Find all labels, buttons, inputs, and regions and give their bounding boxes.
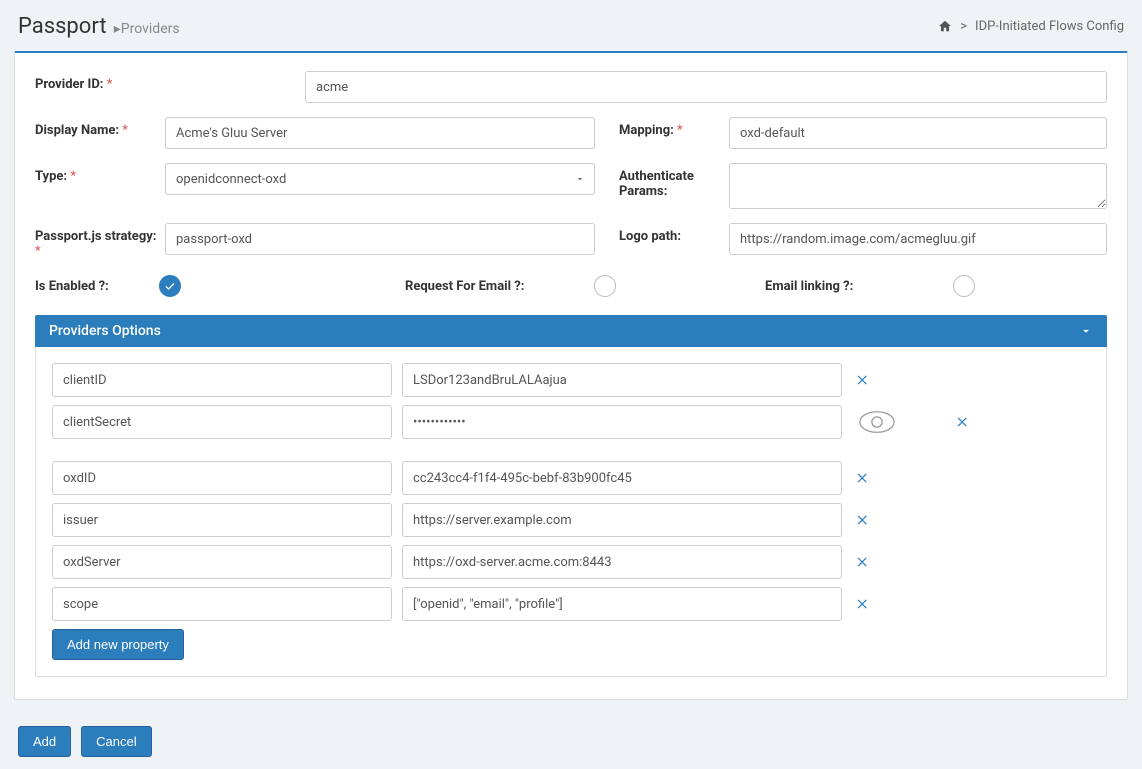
option-value-input[interactable]: [402, 461, 842, 495]
label-type: Type: *: [35, 163, 165, 184]
logo-path-input[interactable]: [729, 223, 1107, 255]
option-value-input[interactable]: [402, 587, 842, 621]
delete-option-button[interactable]: [852, 593, 874, 615]
option-value-input[interactable]: [402, 545, 842, 579]
is-enabled-toggle[interactable]: [159, 275, 181, 297]
label-auth-params: Authenticate Params:: [619, 163, 729, 199]
label-is-enabled: Is Enabled ?:: [35, 279, 109, 294]
option-row: [52, 461, 1090, 495]
add-button[interactable]: Add: [18, 726, 71, 757]
option-value-input[interactable]: [402, 503, 842, 537]
add-property-button[interactable]: Add new property: [52, 629, 184, 660]
label-provider-id: Provider ID: *: [35, 71, 305, 92]
option-key-input[interactable]: [52, 503, 392, 537]
breadcrumb: > IDP-Initiated Flows Config: [938, 19, 1124, 34]
breadcrumb-sep: >: [960, 19, 967, 34]
home-icon[interactable]: [938, 19, 952, 33]
auth-params-textarea[interactable]: [729, 163, 1107, 209]
option-row: [52, 587, 1090, 621]
option-key-input[interactable]: [52, 545, 392, 579]
option-key-input[interactable]: [52, 363, 392, 397]
strategy-input[interactable]: [165, 223, 595, 255]
providers-options-body: Add new property: [35, 347, 1107, 677]
title-block: Passport ▸Providers: [18, 14, 180, 39]
option-row: [52, 363, 1090, 397]
label-email-linking: Email linking ?:: [765, 279, 853, 294]
option-row: [52, 503, 1090, 537]
option-value-input[interactable]: [402, 363, 842, 397]
delete-option-button[interactable]: [852, 551, 874, 573]
toggle-row: Is Enabled ?: Request For Email ?: Email…: [35, 275, 1107, 297]
main-panel: Provider ID: * Display Name: * Mapping: …: [14, 51, 1128, 700]
option-key-input[interactable]: [52, 461, 392, 495]
delete-option-button[interactable]: [852, 369, 874, 391]
breadcrumb-current: IDP-Initiated Flows Config: [975, 19, 1124, 34]
providers-options-header[interactable]: Providers Options: [35, 315, 1107, 347]
email-linking-toggle[interactable]: [953, 275, 975, 297]
page-subtitle: ▸Providers: [114, 21, 180, 37]
display-name-input[interactable]: [165, 117, 595, 149]
option-value-input[interactable]: [402, 405, 842, 439]
label-request-email: Request For Email ?:: [405, 279, 524, 294]
form-actions: Add Cancel: [0, 714, 1142, 769]
page-title: Passport: [18, 14, 107, 39]
type-select[interactable]: openidconnect-oxd: [165, 163, 595, 195]
page-header: Passport ▸Providers > IDP-Initiated Flow…: [0, 0, 1142, 51]
label-logo-path: Logo path:: [619, 223, 729, 244]
eye-icon[interactable]: [852, 410, 902, 434]
delete-option-button[interactable]: [852, 467, 874, 489]
option-key-input[interactable]: [52, 587, 392, 621]
option-row: [52, 405, 1090, 439]
label-strategy: Passport.js strategy: *: [35, 223, 165, 259]
option-key-input[interactable]: [52, 405, 392, 439]
row-provider-id: Provider ID: *: [35, 71, 1107, 103]
mapping-input[interactable]: [729, 117, 1107, 149]
providers-options-title: Providers Options: [49, 323, 161, 339]
request-email-toggle[interactable]: [594, 275, 616, 297]
cancel-button[interactable]: Cancel: [81, 726, 151, 757]
chevron-down-icon: [1079, 324, 1093, 338]
provider-id-input[interactable]: [305, 71, 1107, 103]
label-display-name: Display Name: *: [35, 117, 165, 138]
delete-option-button[interactable]: [852, 509, 874, 531]
label-mapping: Mapping: *: [619, 117, 729, 138]
delete-option-button[interactable]: [952, 411, 974, 433]
option-row: [52, 545, 1090, 579]
